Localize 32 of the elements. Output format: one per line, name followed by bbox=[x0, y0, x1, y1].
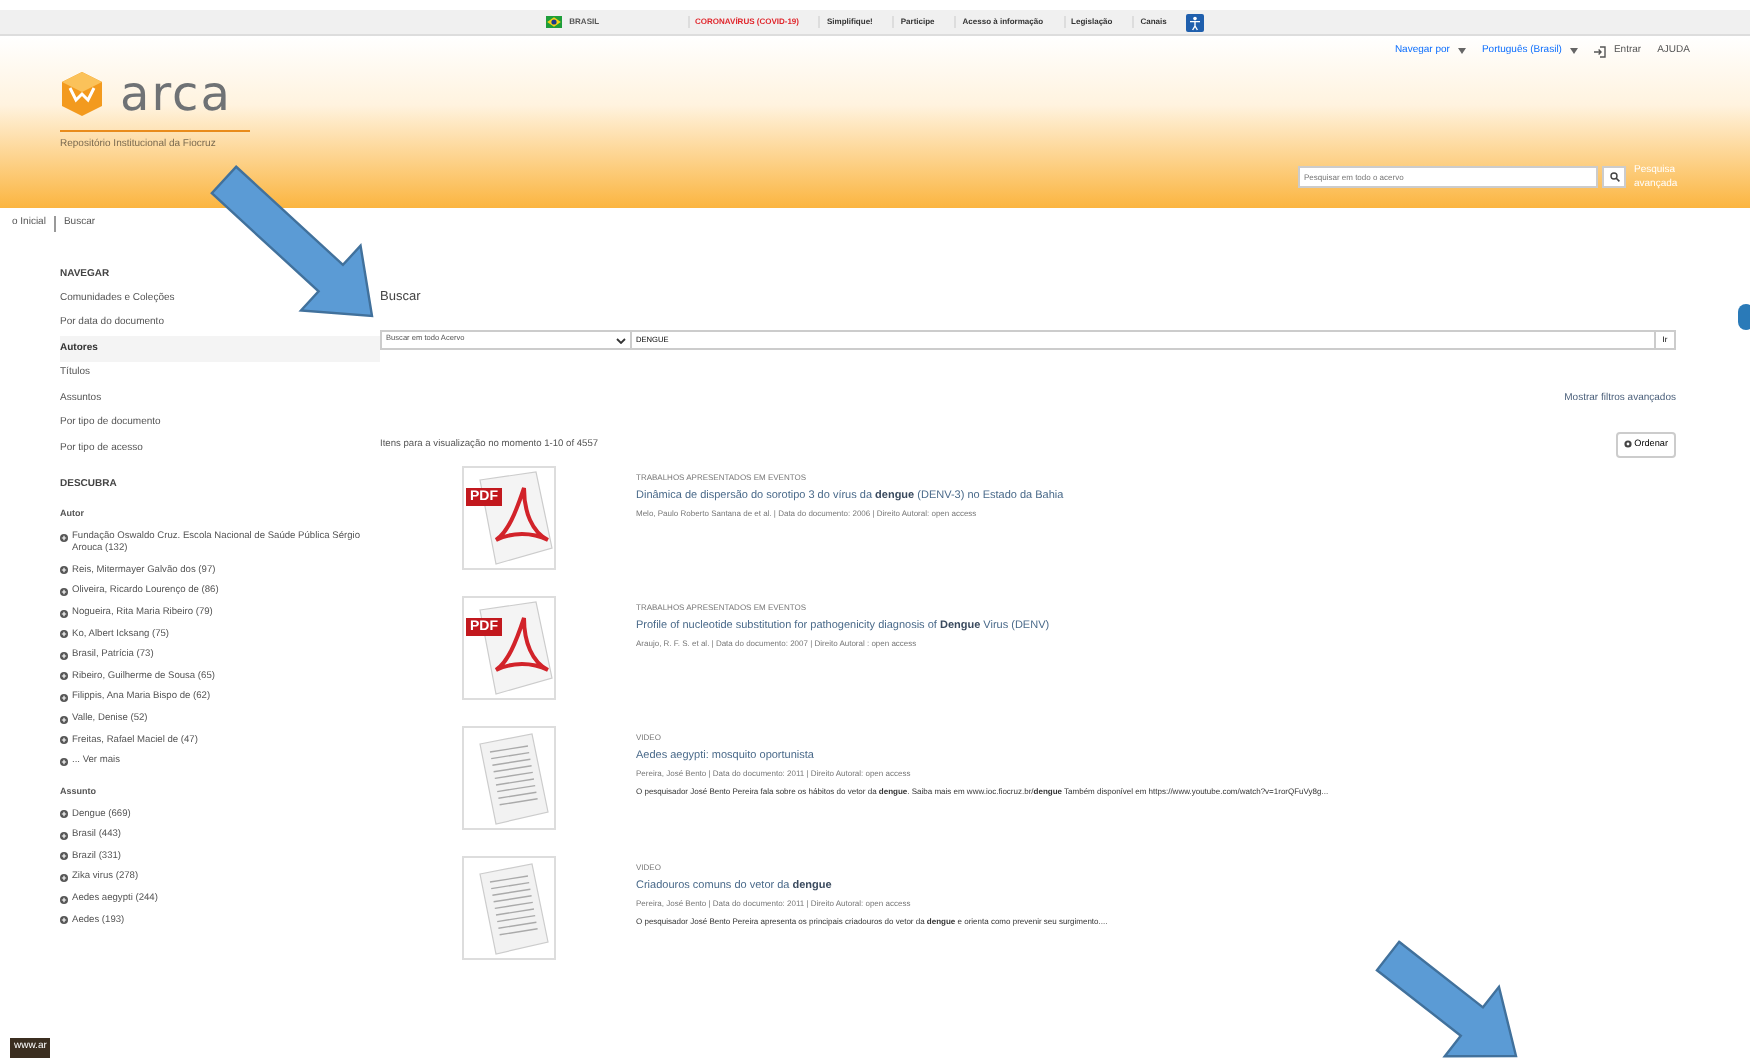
side-tab[interactable] bbox=[1738, 304, 1750, 330]
annotation-arrow bbox=[1375, 940, 1518, 1058]
plus-circle-icon bbox=[60, 672, 68, 681]
login-icon bbox=[1593, 45, 1606, 58]
plus-circle-icon bbox=[60, 916, 68, 925]
logo-text: arca bbox=[120, 70, 232, 118]
plus-circle-icon bbox=[60, 651, 68, 660]
plus-circle-icon bbox=[60, 630, 68, 639]
caret-icon bbox=[1457, 48, 1466, 55]
search-icon bbox=[1609, 172, 1619, 182]
plus-circle-icon bbox=[60, 587, 68, 596]
document-thumbnail[interactable] bbox=[462, 725, 556, 830]
accessibility-icon[interactable] bbox=[1186, 13, 1205, 31]
plus-circle-icon bbox=[60, 566, 68, 575]
plus-circle-icon bbox=[60, 736, 68, 745]
plus-circle-icon bbox=[60, 852, 68, 861]
search-button[interactable] bbox=[1602, 166, 1626, 188]
plus-circle-icon bbox=[60, 533, 68, 542]
chevron-icon bbox=[616, 337, 626, 344]
plus-circle-icon bbox=[60, 874, 68, 883]
plus-circle-icon bbox=[60, 895, 68, 904]
plus-circle-icon bbox=[60, 694, 68, 703]
document-thumbnail[interactable] bbox=[462, 855, 556, 960]
plus-circle-icon bbox=[60, 609, 68, 618]
cube-logo-icon bbox=[60, 70, 104, 118]
plus-circle-icon bbox=[60, 810, 68, 819]
plus-circle-icon bbox=[60, 831, 68, 840]
gear-icon bbox=[1624, 440, 1633, 449]
flag-icon bbox=[545, 16, 562, 28]
plus-circle-icon bbox=[60, 757, 68, 766]
plus-circle-icon bbox=[60, 715, 68, 724]
caret-icon bbox=[1569, 48, 1578, 55]
